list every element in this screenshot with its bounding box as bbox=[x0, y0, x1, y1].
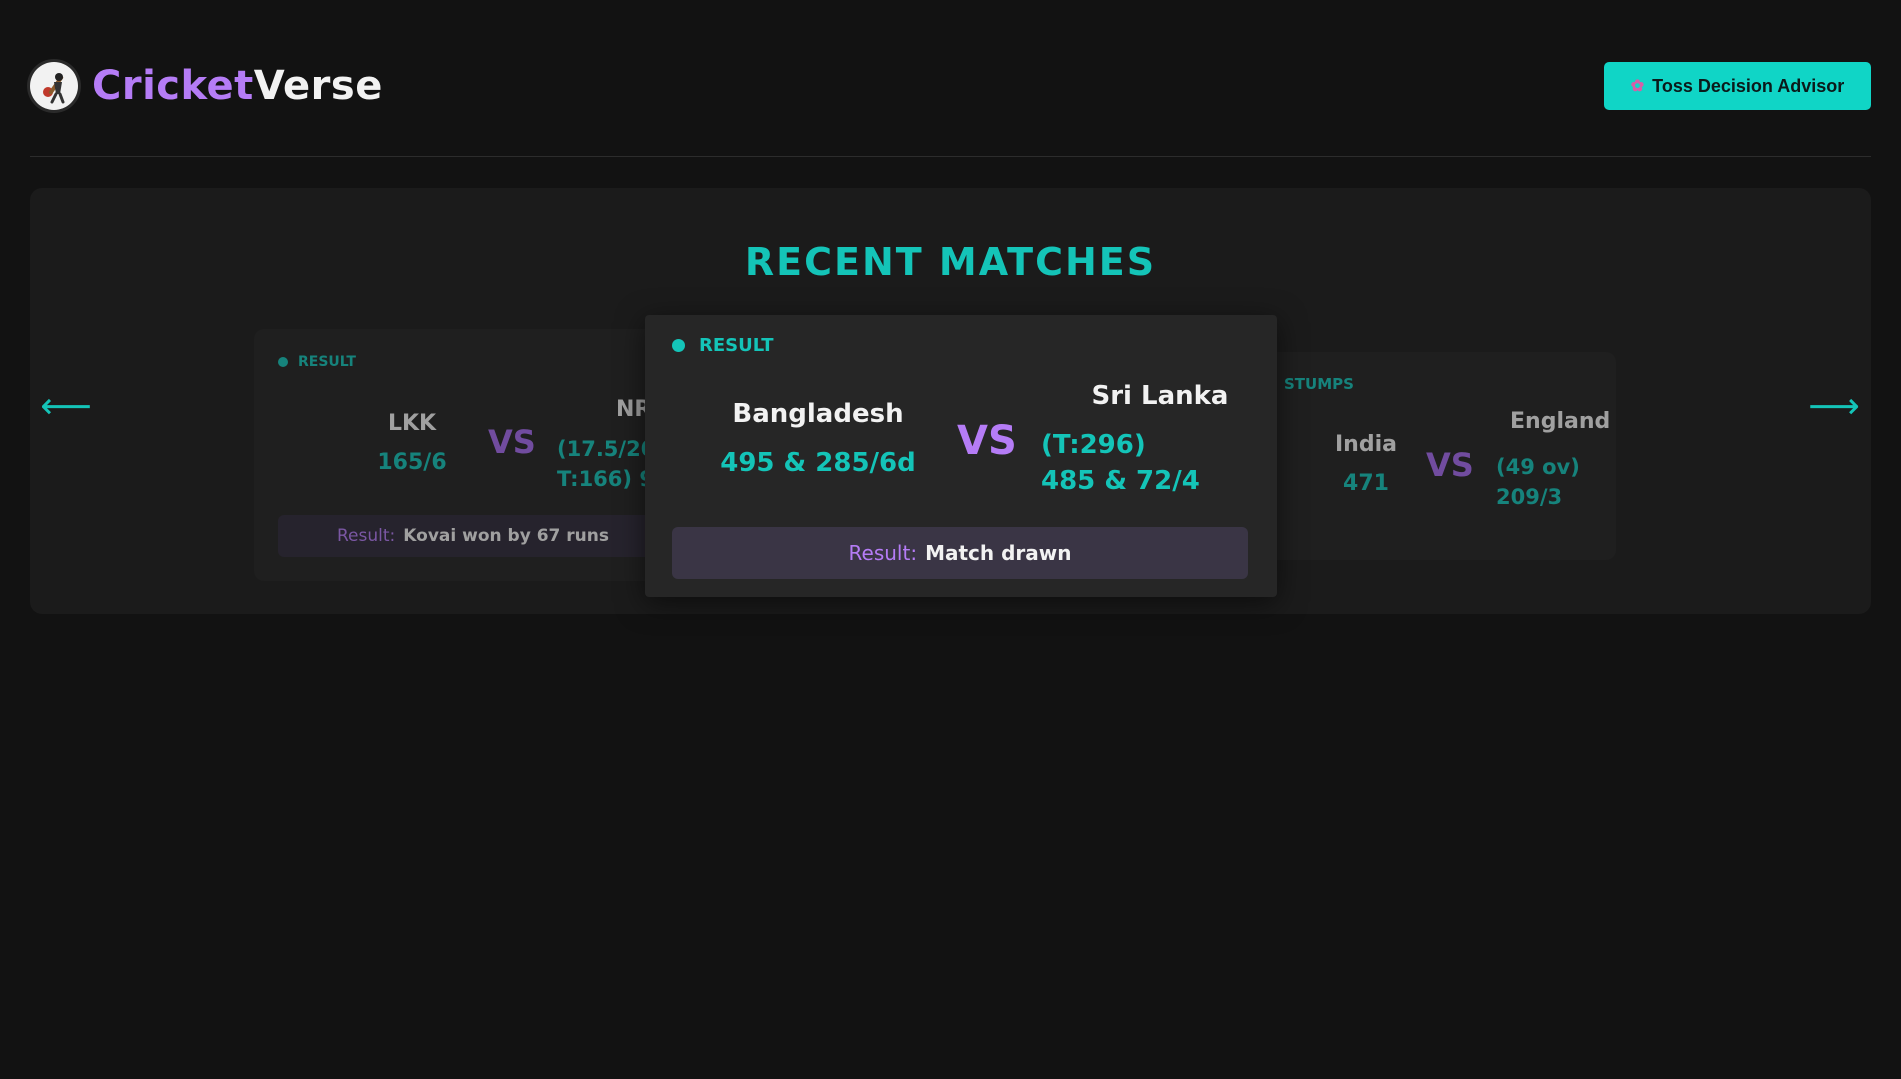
team2-score-line2: 209/3 bbox=[1496, 485, 1563, 509]
result-value: Match drawn bbox=[925, 541, 1072, 565]
team2-score-line1: (T:296) bbox=[1041, 430, 1146, 460]
result-bar: Result: Match drawn bbox=[672, 527, 1248, 579]
team1-score: 495 & 285/6d bbox=[720, 448, 916, 478]
team2-score-line2: 485 & 72/4 bbox=[1041, 466, 1200, 496]
app-title-part2: Verse bbox=[253, 63, 383, 109]
app-title: CricketVerse bbox=[92, 63, 383, 109]
team1-name: India bbox=[1335, 432, 1397, 457]
match-card-india-england[interactable]: STUMPS India 471 VS England (49 ov) 209/… bbox=[1230, 352, 1616, 560]
match-status-label: RESULT bbox=[699, 335, 774, 356]
team1-name: Bangladesh bbox=[732, 399, 904, 429]
match-status-label: RESULT bbox=[298, 354, 356, 370]
app-logo[interactable]: CricketVerse bbox=[30, 62, 383, 110]
status-dot-icon bbox=[278, 357, 288, 367]
header-divider bbox=[30, 156, 1871, 157]
result-label: Result: bbox=[337, 526, 396, 546]
team1-score: 471 bbox=[1343, 471, 1389, 496]
page: CricketVerse ✿ Toss Decision Advisor REC… bbox=[0, 0, 1901, 1079]
result-bar: Result: Kovai won by 67 runs bbox=[278, 515, 668, 557]
match-status: RESULT bbox=[278, 354, 356, 370]
cricket-player-icon bbox=[30, 62, 78, 110]
team2-score-line2: T:166) 9 bbox=[557, 467, 654, 491]
toss-decision-advisor-button[interactable]: ✿ Toss Decision Advisor bbox=[1604, 62, 1871, 110]
match-card-lkk-nr[interactable]: RESULT LKK 165/6 VS NR (17.5/20 T:166) 9… bbox=[254, 329, 674, 581]
team2-score-line1: (49 ov) bbox=[1496, 455, 1580, 479]
match-status-label: STUMPS bbox=[1284, 375, 1354, 393]
vs-label: VS bbox=[488, 423, 536, 461]
app-title-part1: Cricket bbox=[92, 63, 254, 109]
vs-label: VS bbox=[1426, 446, 1474, 484]
result-value: Kovai won by 67 runs bbox=[403, 526, 609, 546]
section-title: RECENT MATCHES bbox=[744, 240, 1157, 284]
team1-name: LKK bbox=[387, 411, 437, 436]
match-card-bangladesh-srilanka[interactable]: RESULT Bangladesh 495 & 285/6d VS Sri La… bbox=[645, 315, 1277, 597]
team2-score-line1: (17.5/20 bbox=[557, 437, 656, 461]
result-label: Result: bbox=[848, 541, 918, 565]
brain-icon: ✿ bbox=[1630, 78, 1645, 95]
toss-button-label: Toss Decision Advisor bbox=[1652, 75, 1845, 96]
team2-name: England bbox=[1510, 409, 1611, 434]
status-dot-icon bbox=[672, 339, 685, 352]
match-status: STUMPS bbox=[1284, 375, 1354, 393]
team1-score: 165/6 bbox=[377, 450, 447, 475]
arrow-right-icon[interactable]: ⟶ bbox=[1808, 386, 1860, 427]
vs-label: VS bbox=[957, 418, 1017, 464]
team2-name: Sri Lanka bbox=[1091, 381, 1229, 411]
match-status: RESULT bbox=[672, 335, 774, 356]
arrow-left-icon[interactable]: ⟵ bbox=[40, 386, 92, 427]
